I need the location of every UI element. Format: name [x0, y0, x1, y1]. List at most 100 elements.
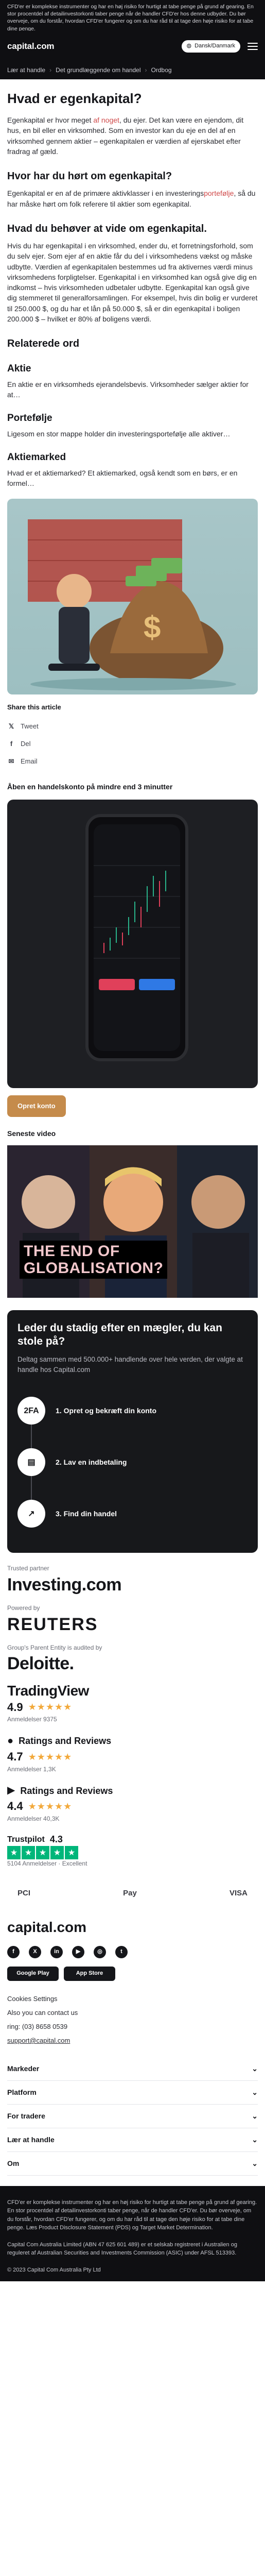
visa-icon: VISA — [229, 1888, 248, 1897]
phone-mockup — [85, 814, 188, 1061]
star-rating-icon: ★★★★★ — [28, 1801, 73, 1811]
page-title: Hvad er egenkapital? — [7, 91, 142, 106]
share-tweet[interactable]: 𝕏 Tweet — [7, 718, 258, 735]
trust-section: Trusted partner Investing.com Powered by… — [7, 1553, 258, 1868]
twitter-icon: 𝕏 — [8, 722, 14, 730]
section-text: Hvis du har egenkapital i en virksomhed,… — [7, 241, 258, 324]
hero-illustration: $ — [7, 499, 258, 695]
globe-icon: ◍ — [186, 43, 192, 49]
facebook-icon[interactable]: f — [7, 1946, 20, 1959]
menu-icon[interactable] — [248, 43, 258, 50]
audited-by: Group's Parent Entity is audited by Delo… — [7, 1643, 258, 1674]
contact-text: Also you can contact us — [7, 2009, 78, 2017]
apple-icon: ● — [7, 1735, 14, 1747]
app-store-badge[interactable]: App Store — [64, 1967, 115, 1981]
payment-methods: PCI Pay VISA — [7, 1878, 258, 1909]
copyright: © 2023 Capital Com Australia Pty Ltd — [7, 2266, 101, 2273]
risk-warning-text: CFD'er er komplekse instrumenter og har … — [7, 4, 254, 31]
breadcrumb: Lær at handle › Det grundlæggende om han… — [0, 62, 265, 79]
social-links: f X in ▶ ◎ t — [7, 1946, 258, 1959]
section-heading: Relaterede ord — [7, 338, 80, 350]
deloitte-logo: Deloitte. — [7, 1654, 74, 1674]
step-find-trade: ↗ 3. Find din handel — [17, 1488, 248, 1539]
youtube-icon[interactable]: ▶ — [72, 1946, 84, 1959]
site-logo[interactable]: capital.com — [7, 40, 55, 53]
share-facebook[interactable]: f Del — [7, 735, 258, 753]
article: Hvad er egenkapital? Egenkapital er hvor… — [0, 91, 265, 2176]
language-label: Dansk/Danmark — [195, 43, 235, 49]
open-account-button[interactable]: Opret konto — [7, 1095, 66, 1117]
video-section-title: Seneste video — [7, 1129, 56, 1138]
star-rating-icon: ★★★★★ — [28, 1751, 73, 1762]
risk-paragraph: CFD'er er komplekse instrumenter og har … — [7, 2199, 257, 2231]
language-selector[interactable]: ◍ Dansk/Danmark — [181, 40, 240, 53]
share-title: Share this article — [7, 703, 61, 711]
related-term[interactable]: Portefølje — [7, 411, 258, 426]
chevron-down-icon: ⌄ — [252, 2064, 258, 2073]
section-heading: Hvor har du hørt om egenkapital? — [7, 171, 172, 182]
footer-accordions: Markeder ⌄ Platform ⌄ For tradere ⌄ Lær at … — [7, 2057, 258, 2176]
accordion-markets[interactable]: Markeder ⌄ — [7, 2057, 258, 2081]
chevron-down-icon: ⌄ — [252, 2136, 258, 2144]
chevron-down-icon: ⌄ — [252, 2088, 258, 2097]
step-deposit: ▤ 2. Lav en indbetaling — [17, 1436, 248, 1500]
section-text: Egenkapital er en af de primære aktivkla… — [7, 189, 256, 208]
email-icon: ✉ — [8, 757, 14, 765]
price-chart-graphic — [94, 865, 180, 990]
telegram-icon[interactable]: t — [115, 1946, 128, 1959]
broker-title: Leder du stadig efter en mægler, du kan … — [17, 1321, 222, 1347]
facebook-icon: f — [10, 739, 13, 748]
cookies-settings-link[interactable]: Cookies Settings — [7, 1992, 258, 2006]
accordion-about[interactable]: Om ⌄ — [7, 2152, 258, 2176]
app-rating-2: ▶ Ratings and Reviews 4.4 ★★★★★ Anmeldelse… — [7, 1783, 258, 1823]
step-create-account: 2FA 1. Opret og bekræft din konto — [17, 1385, 248, 1449]
broker-text: Deltag sammen med 500.000+ handlende ove… — [17, 1355, 243, 1374]
tradingview-rating: TradingView 4.9 ★★★★★ Anmeldelser 9375 — [7, 1683, 258, 1724]
instagram-icon[interactable]: ◎ — [94, 1946, 106, 1959]
svg-text:$: $ — [144, 610, 161, 645]
shield-check-icon: 2FA — [17, 1397, 45, 1425]
accordion-traders[interactable]: For tradere ⌄ — [7, 2105, 258, 2128]
share-email[interactable]: ✉ Email — [7, 753, 258, 770]
apple-pay-icon: Pay — [123, 1888, 137, 1897]
linkedin-icon[interactable]: in — [50, 1946, 63, 1959]
phone-link[interactable]: ring: (03) 8658 0539 — [7, 2020, 258, 2034]
risk-warning-banner: CFD'er er komplekse instrumenter og har … — [0, 0, 265, 31]
accordion-learn[interactable]: Lær at handle ⌄ — [7, 2128, 258, 2152]
google-play-badge[interactable]: Google Play — [7, 1967, 59, 1981]
card-icon: ▤ — [17, 1448, 45, 1477]
chevron-down-icon: ⌄ — [252, 2159, 258, 2168]
breadcrumb-item[interactable]: Lær at handle — [7, 66, 45, 75]
inline-link[interactable]: af noget — [93, 116, 119, 124]
company-paragraph: Capital Com Australia Limited (ABN 47 62… — [7, 2241, 237, 2257]
video-caption: THE END OF GLOBALISATION? — [20, 1240, 168, 1279]
chart-icon: ↗ — [17, 1500, 45, 1528]
related-text: Ligesom en stor mappe holder din investe… — [7, 430, 231, 438]
app-rating-1: ● Ratings and Reviews 4.7 ★★★★★ Anmeldelse… — [7, 1734, 258, 1774]
twitter-icon[interactable]: X — [29, 1946, 41, 1959]
site-header: capital.com ◍ Dansk/Danmark — [0, 31, 265, 62]
breadcrumb-item[interactable]: Det grundlæggende om handel — [56, 66, 140, 75]
investing-logo: Investing.com — [7, 1574, 122, 1595]
trusted-partner: Trusted partner Investing.com — [7, 1564, 258, 1595]
pci-icon: PCI — [17, 1888, 31, 1897]
promo-title: Åben en handelskonto på mindre end 3 min… — [7, 783, 173, 791]
tradingview-logo: TradingView — [7, 1682, 89, 1699]
chevron-right-icon: › — [49, 66, 52, 74]
reuters-logo: REUTERS — [7, 1614, 98, 1634]
related-term[interactable]: Aktie — [7, 362, 258, 376]
trustpilot-rating: Trustpilot 4.3 ★ ★ ★ ★ ★ 5104 Anmeldelser · … — [7, 1833, 258, 1868]
accordion-platform[interactable]: Platform ⌄ — [7, 2081, 258, 2105]
footer-risk-warning: CFD'er er komplekse instrumenter og har … — [0, 2185, 265, 2282]
related-text: En aktie er en virksomheds ejerandelsbev… — [7, 380, 249, 399]
footer-logo[interactable]: capital.com — [7, 1917, 258, 1938]
google-play-icon: ▶ — [7, 1785, 15, 1797]
breadcrumb-item[interactable]: Ordbog — [151, 66, 172, 75]
video-player[interactable]: THE END OF GLOBALISATION? — [7, 1145, 258, 1298]
powered-by: Powered by REUTERS — [7, 1604, 258, 1634]
inline-link[interactable]: portefølje — [204, 189, 234, 197]
email-link[interactable]: support@capital.com — [7, 2034, 258, 2048]
star-rating-icon: ★★★★★ — [28, 1702, 73, 1713]
related-term[interactable]: Aktiemarked — [7, 450, 258, 465]
promo-card — [7, 799, 258, 1088]
